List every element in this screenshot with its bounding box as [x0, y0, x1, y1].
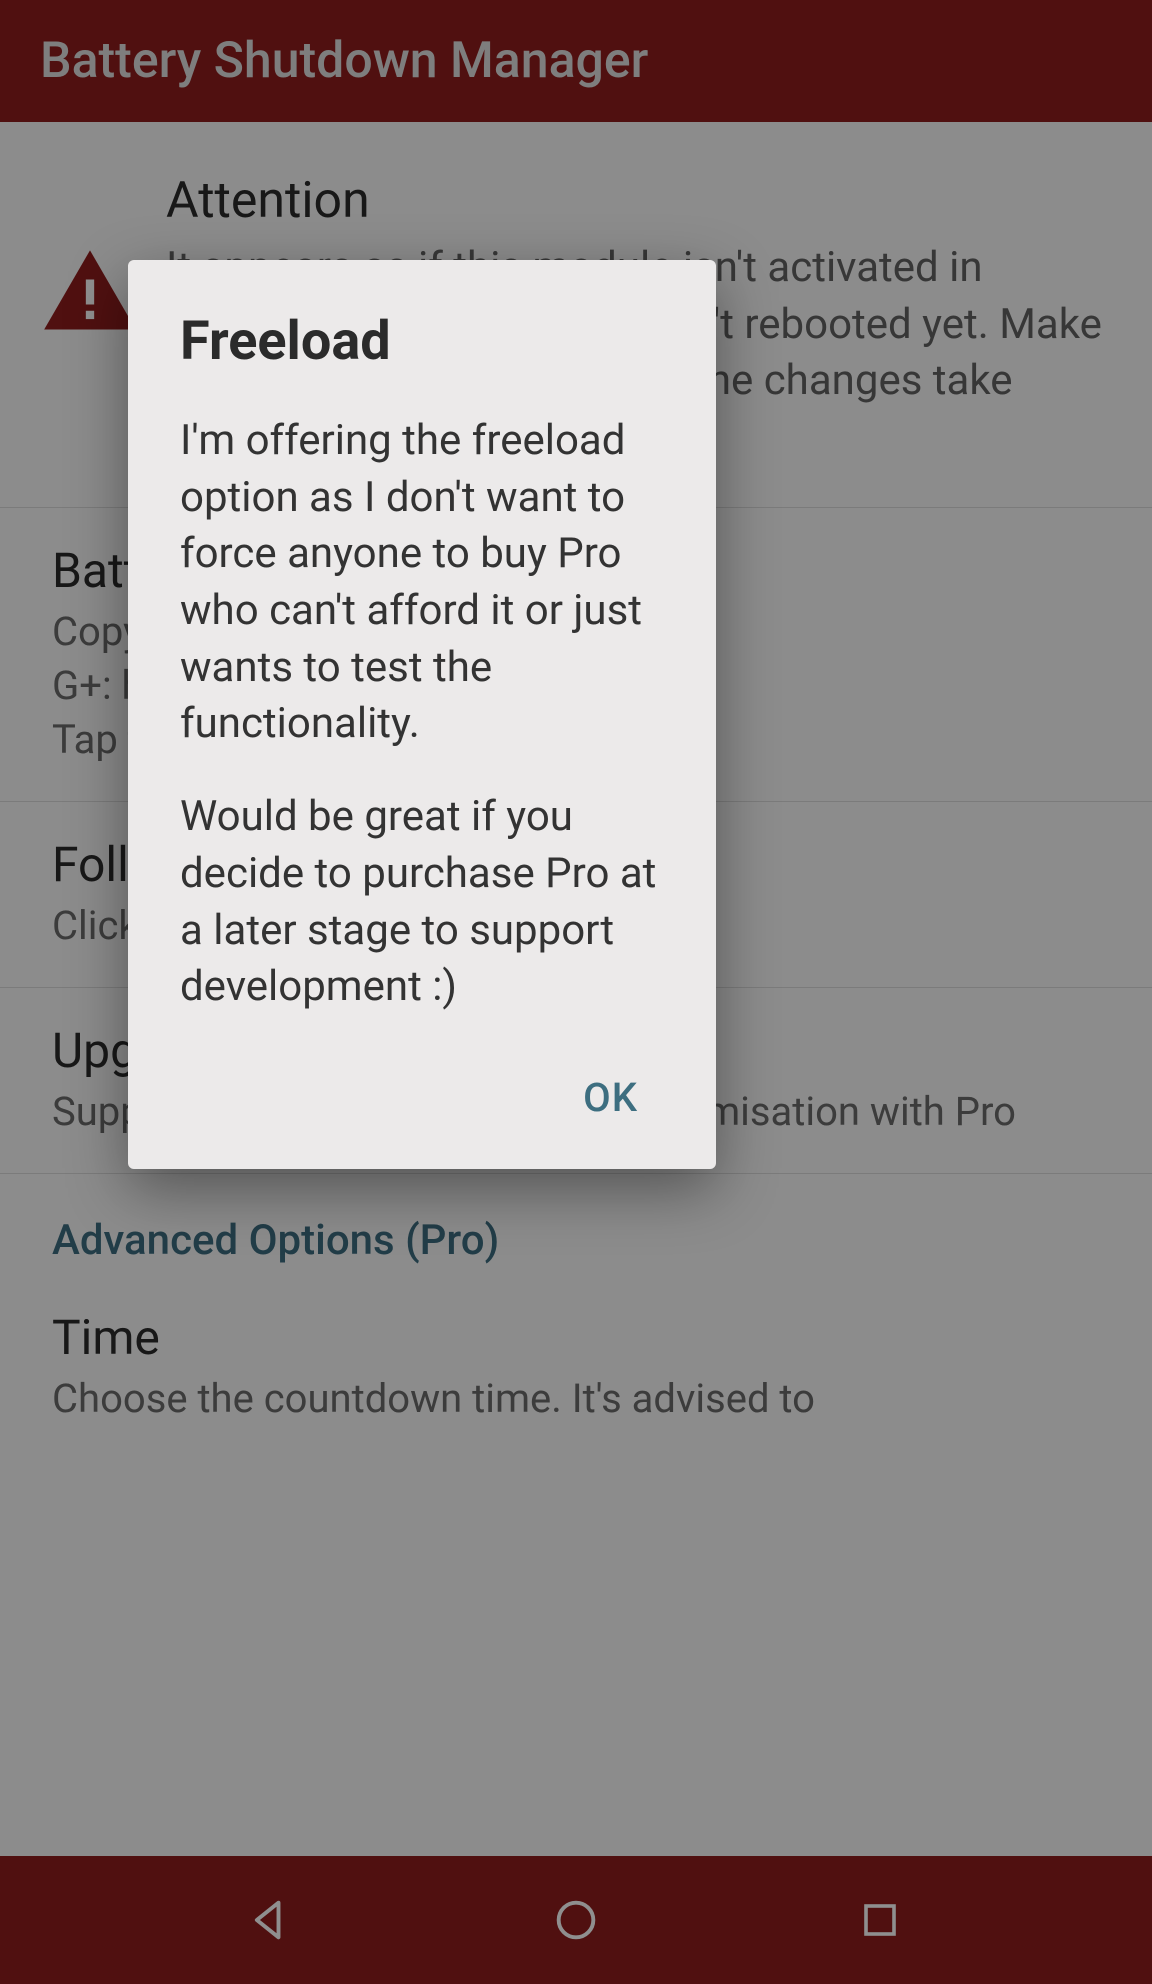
dialog-actions: OK	[180, 1052, 664, 1139]
screen: Battery Shutdown Manager Attention It ap…	[0, 0, 1152, 1984]
dialog-title: Freeload	[180, 310, 664, 373]
dialog-body-2: Would be great if you decide to purchase…	[180, 789, 664, 1016]
ok-button[interactable]: OK	[559, 1060, 662, 1135]
freeload-dialog: Freeload I'm offering the freeload optio…	[128, 260, 716, 1169]
dialog-body-1: I'm offering the freeload option as I do…	[180, 413, 664, 753]
